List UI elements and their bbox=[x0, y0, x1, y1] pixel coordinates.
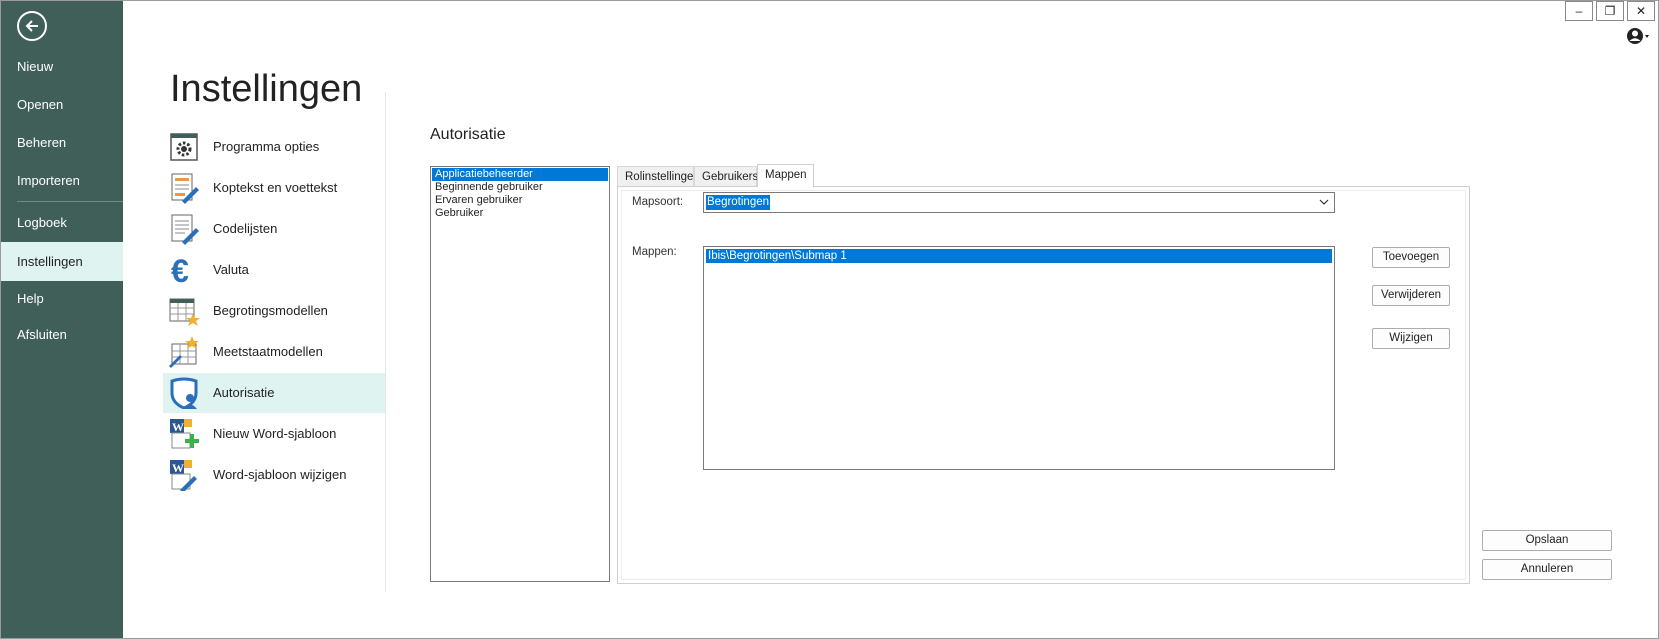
word-edit-icon: W bbox=[170, 460, 197, 491]
tab-mappen[interactable]: Mappen bbox=[757, 164, 814, 187]
section-title: Autorisatie bbox=[430, 126, 506, 143]
page-title: Instellingen bbox=[170, 68, 363, 110]
settings-item-label: Programma opties bbox=[213, 139, 320, 154]
nav-item-instellingen[interactable]: Instellingen bbox=[1, 242, 123, 281]
settings-item-label: Word-sjabloon wijzigen bbox=[213, 467, 347, 482]
tab-gebruikers[interactable]: Gebruikers bbox=[694, 166, 758, 186]
settings-item-label: Autorisatie bbox=[213, 385, 275, 400]
role-item-applicatiebeheerder[interactable]: Applicatiebeheerder bbox=[432, 168, 608, 181]
chevron-down-icon bbox=[1319, 199, 1329, 205]
settings-item-label: Meetstaatmodellen bbox=[213, 344, 323, 359]
settings-item-valuta[interactable]: € Valuta bbox=[163, 250, 385, 290]
mapsoort-label: Mapsoort: bbox=[632, 196, 684, 208]
mapsoort-value: Begrotingen bbox=[706, 195, 771, 210]
tab-rolinstellingen[interactable]: Rolinstellingen bbox=[617, 166, 700, 186]
role-item-ervaren-gebruiker[interactable]: Ervaren gebruiker bbox=[432, 194, 608, 207]
settings-item-programma-opties[interactable]: Programma opties bbox=[163, 127, 385, 167]
back-arrow-icon bbox=[25, 20, 38, 32]
back-button[interactable] bbox=[17, 11, 47, 41]
settings-item-nieuw-word-sjabloon[interactable]: W Nieuw Word-sjabloon bbox=[163, 414, 385, 454]
nav-item-logboek[interactable]: Logboek bbox=[1, 205, 123, 241]
mappen-list-item[interactable]: Ibis\Begrotingen\Submap 1 bbox=[706, 249, 1332, 263]
role-item-gebruiker[interactable]: Gebruiker bbox=[432, 207, 608, 220]
mappen-list[interactable]: Ibis\Begrotingen\Submap 1 bbox=[703, 246, 1335, 470]
settings-item-codelijsten[interactable]: Codelijsten bbox=[163, 209, 385, 249]
account-button[interactable] bbox=[1626, 26, 1650, 46]
settings-item-autorisatie[interactable]: Autorisatie bbox=[163, 373, 385, 413]
nav-item-afsluiten[interactable]: Afsluiten bbox=[1, 317, 123, 353]
table-star-icon bbox=[169, 298, 200, 326]
toevoegen-button[interactable]: Toevoegen bbox=[1372, 247, 1450, 268]
nav-item-beheren[interactable]: Beheren bbox=[1, 125, 123, 161]
nav-divider bbox=[17, 201, 123, 202]
close-button[interactable]: ✕ bbox=[1627, 1, 1655, 21]
settings-item-label: Valuta bbox=[213, 262, 249, 277]
svg-text:W: W bbox=[172, 420, 184, 434]
settings-item-meetstaatmodellen[interactable]: Meetstaatmodellen bbox=[163, 332, 385, 372]
svg-text:€: € bbox=[171, 254, 189, 286]
minimize-button[interactable]: – bbox=[1565, 1, 1593, 21]
annuleren-button[interactable]: Annuleren bbox=[1482, 559, 1612, 580]
svg-text:W: W bbox=[172, 461, 184, 475]
settings-item-label: Koptekst en voettekst bbox=[213, 180, 338, 195]
grid-star-icon bbox=[169, 336, 199, 368]
mappen-label: Mappen: bbox=[632, 246, 677, 258]
settings-list-divider bbox=[385, 92, 386, 592]
settings-item-koptekst-en-voettekst[interactable]: Koptekst en voettekst bbox=[163, 168, 385, 208]
wijzigen-button[interactable]: Wijzigen bbox=[1372, 328, 1450, 349]
settings-item-begrotingsmodellen[interactable]: Begrotingsmodellen bbox=[163, 291, 385, 331]
nav-item-help[interactable]: Help bbox=[1, 281, 123, 317]
document-edit-icon bbox=[171, 173, 199, 204]
restore-button[interactable]: ❐ bbox=[1596, 1, 1624, 21]
nav-item-importeren[interactable]: Importeren bbox=[1, 163, 123, 199]
user-account-icon bbox=[1627, 28, 1649, 44]
opslaan-button[interactable]: Opslaan bbox=[1482, 530, 1612, 551]
verwijderen-button[interactable]: Verwijderen bbox=[1372, 285, 1450, 306]
settings-item-label: Begrotingsmodellen bbox=[213, 303, 328, 318]
role-item-beginnende-gebruiker[interactable]: Beginnende gebruiker bbox=[432, 181, 608, 194]
list-edit-icon bbox=[171, 214, 199, 245]
settings-item-word-sjabloon-wijzigen[interactable]: W Word-sjabloon wijzigen bbox=[163, 455, 385, 495]
settings-item-label: Codelijsten bbox=[213, 221, 278, 236]
gear-icon bbox=[170, 133, 198, 161]
euro-icon: € bbox=[171, 254, 189, 286]
nav-item-nieuw[interactable]: Nieuw bbox=[1, 49, 123, 85]
word-add-icon: W bbox=[170, 419, 199, 449]
nav-item-openen[interactable]: Openen bbox=[1, 87, 123, 123]
shield-user-icon bbox=[170, 377, 198, 409]
settings-item-label: Nieuw Word-sjabloon bbox=[213, 426, 337, 441]
role-list[interactable]: Applicatiebeheerder Beginnende gebruiker… bbox=[430, 166, 610, 582]
mapsoort-select[interactable]: Begrotingen bbox=[703, 192, 1335, 213]
backstage-nav: Nieuw Openen Beheren Importeren Logboek … bbox=[1, 1, 123, 638]
